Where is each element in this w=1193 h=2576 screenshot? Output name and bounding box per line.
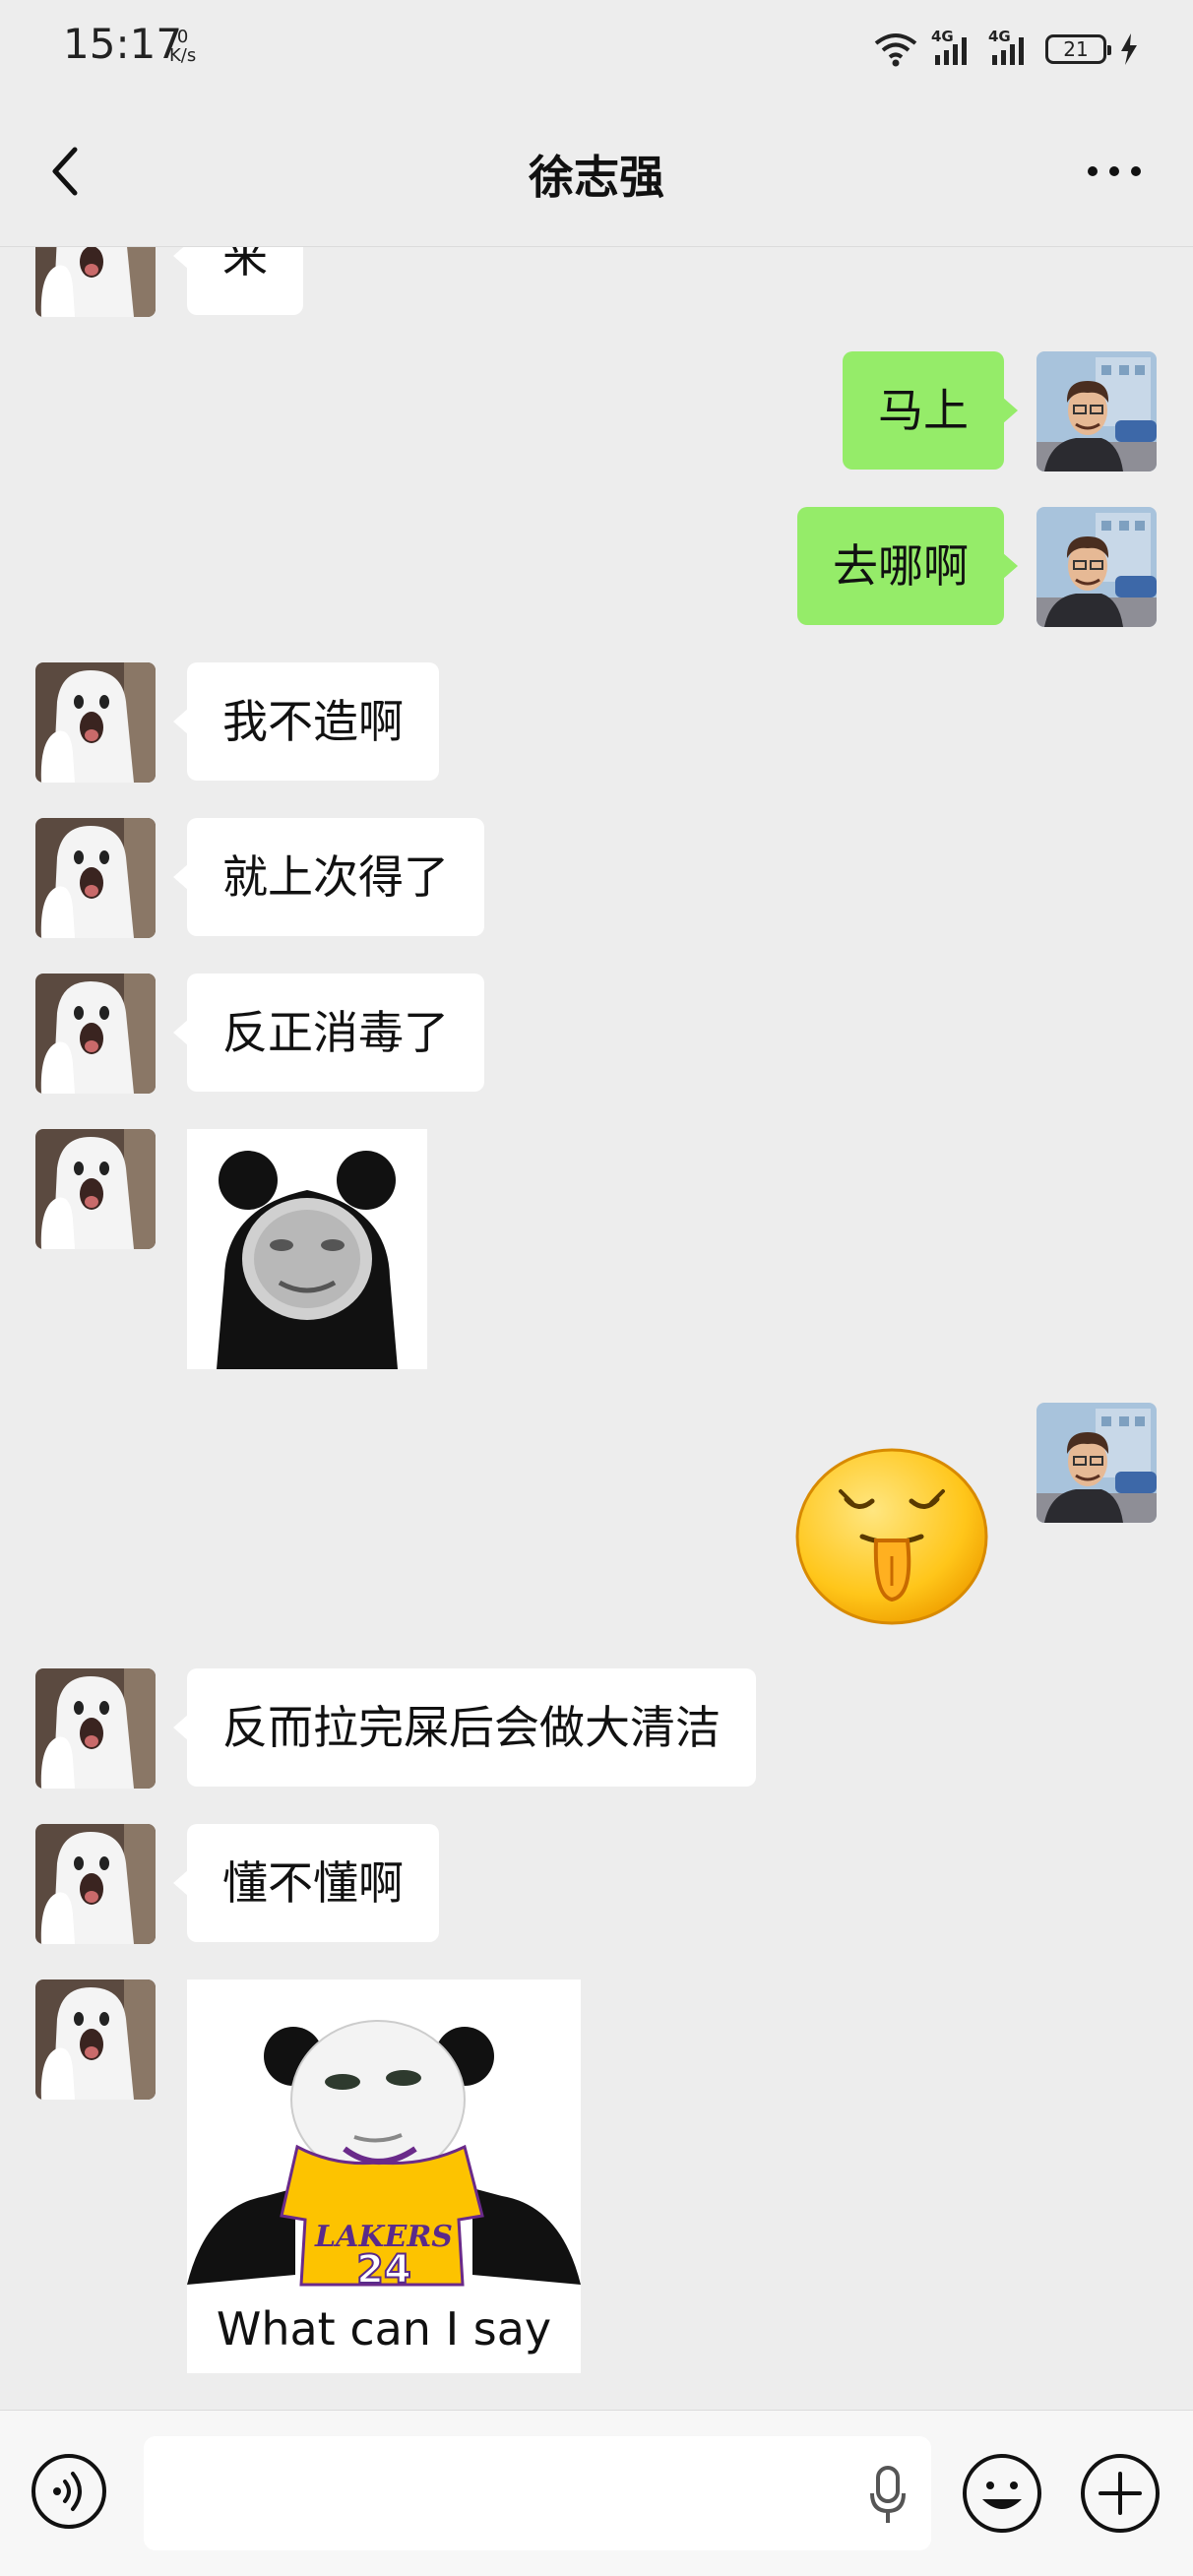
chat-header: 徐志强 — [0, 98, 1193, 247]
signal-icon-2: 4G — [988, 28, 1032, 67]
my-avatar[interactable] — [1036, 351, 1157, 471]
tongue-out-emoji-sticker[interactable] — [793, 1438, 990, 1635]
my-avatar[interactable] — [1036, 1403, 1157, 1523]
message-bubble-received[interactable]: 来 — [173, 247, 303, 315]
input-bar — [0, 2410, 1193, 2576]
plus-icon[interactable] — [1079, 2452, 1162, 2535]
charging-bolt-icon — [1121, 33, 1137, 65]
contact-avatar[interactable] — [35, 974, 156, 1094]
message-list[interactable]: 来 马上 去哪啊 我不造啊 就上次得了 反正消毒了 反而拉完屎后会做大清洁 懂不… — [0, 247, 1193, 2408]
status-time: 15:17 — [63, 20, 183, 68]
contact-avatar[interactable] — [35, 1668, 156, 1789]
status-icons: 4G 4G 21 — [874, 28, 1138, 71]
message-bubble-received[interactable]: 反而拉完屎后会做大清洁 — [173, 1668, 756, 1787]
more-dots-icon[interactable] — [1075, 142, 1154, 201]
wifi-icon — [874, 33, 917, 67]
message-bubble-received[interactable]: 反正消毒了 — [173, 974, 484, 1092]
message-bubble-sent[interactable]: 去哪啊 — [797, 507, 1018, 625]
chat-title: 徐志强 — [529, 151, 664, 204]
battery-level: 21 — [1063, 37, 1089, 61]
signal-icon-1: 4G — [931, 28, 974, 67]
jersey-number-text: 24 — [355, 2246, 412, 2293]
battery-icon: 21 — [1045, 34, 1111, 64]
contact-avatar[interactable] — [35, 818, 156, 938]
contact-avatar[interactable] — [35, 1979, 156, 2100]
message-bubble-received[interactable]: 就上次得了 — [173, 818, 484, 936]
contact-avatar[interactable] — [35, 247, 156, 317]
voice-icon[interactable] — [30, 2452, 108, 2531]
net-speed-unit: K/s — [169, 45, 197, 66]
message-bubble-sent[interactable]: 马上 — [843, 351, 1018, 470]
panda-head-sticker[interactable] — [187, 1129, 427, 1369]
contact-avatar[interactable] — [35, 1824, 156, 1944]
net-speed: 0 K/s — [169, 28, 196, 65]
message-bubble-received[interactable]: 我不造啊 — [173, 662, 439, 781]
contact-avatar[interactable] — [35, 662, 156, 783]
panda-lakers-jersey-sticker[interactable]: LAKERS 24 What can I say — [187, 1979, 581, 2373]
my-avatar[interactable] — [1036, 507, 1157, 627]
contact-avatar[interactable] — [35, 1129, 156, 1249]
emoji-icon[interactable] — [961, 2452, 1043, 2535]
message-input[interactable] — [144, 2436, 931, 2550]
net-speed-value: 0 — [176, 27, 189, 47]
status-bar: 15:17 0 K/s 4G 4G 21 — [0, 0, 1193, 98]
message-bubble-received[interactable]: 懂不懂啊 — [173, 1824, 439, 1942]
sticker-caption: What can I say — [216, 2302, 552, 2356]
microphone-icon[interactable] — [868, 2466, 908, 2525]
